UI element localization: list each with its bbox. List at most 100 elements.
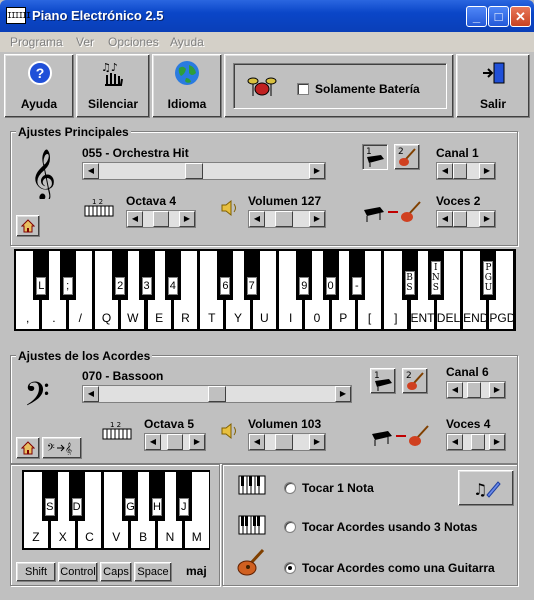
option-three-notes-label[interactable]: Tocar Acordes usando 3 Notas	[302, 520, 477, 534]
scroll-right-arrow[interactable]: ▶	[189, 434, 205, 450]
main-instrument-thumb[interactable]	[185, 163, 203, 179]
scroll-left-arrow[interactable]: ◀	[447, 434, 463, 450]
chord-black-key[interactable]: J	[175, 471, 192, 521]
main-black-key[interactable]: L	[33, 250, 50, 300]
scroll-left-arrow[interactable]: ◀	[83, 163, 99, 179]
main-black-key[interactable]: 6	[217, 250, 234, 300]
scroll-left-arrow[interactable]: ◀	[145, 434, 161, 450]
menu-ayuda[interactable]: Ayuda	[170, 35, 204, 49]
chord-octave-slider[interactable]: ◀ ▶	[144, 433, 206, 451]
main-black-key[interactable]: INS	[427, 250, 444, 300]
main-black-key[interactable]: 2	[112, 250, 129, 300]
option-one-note-label[interactable]: Tocar 1 Nota	[302, 481, 374, 495]
main-black-key[interactable]: 9	[296, 250, 313, 300]
main-black-key[interactable]: 0	[322, 250, 339, 300]
transpose-clef-button[interactable]: 𝄢 𝄞	[42, 437, 82, 459]
main-channel-thumb[interactable]	[453, 163, 467, 179]
drums-only-label[interactable]: Solamente Batería	[315, 82, 420, 96]
option-guitar-label[interactable]: Tocar Acordes como una Guitarra	[302, 561, 495, 575]
menu-programa[interactable]: Programa	[10, 35, 63, 49]
option-three-notes-radio[interactable]	[284, 521, 296, 533]
main-black-key[interactable]: 4	[164, 250, 181, 300]
menu-opciones[interactable]: Opciones	[108, 35, 159, 49]
chord-instrument-thumb[interactable]	[208, 386, 226, 402]
main-black-key[interactable]: BS	[401, 250, 418, 300]
silence-button[interactable]: ♫♪ Silenciar	[76, 54, 150, 118]
chord-black-key[interactable]: S	[41, 471, 58, 521]
chord-voices-slider[interactable]: ◀ ▶	[446, 433, 506, 451]
home-icon	[21, 219, 35, 233]
exit-button[interactable]: Salir	[456, 54, 530, 118]
option-guitar-radio[interactable]	[284, 562, 296, 574]
chord-instrument-slider[interactable]: ◀ ▶	[82, 385, 352, 403]
main-home-button[interactable]	[16, 215, 40, 237]
piano-mode-icon: 1	[366, 147, 384, 167]
keyboard-three-notes-icon	[238, 515, 266, 535]
main-black-key[interactable]: -	[348, 250, 365, 300]
scroll-left-arrow[interactable]: ◀	[447, 382, 463, 398]
chord-black-key[interactable]: H	[149, 471, 165, 521]
minimize-button[interactable]: _	[466, 6, 487, 27]
modifier-shift-button[interactable]: Shift	[16, 562, 56, 582]
main-black-key[interactable]: PGU	[480, 250, 497, 300]
modifier-control-button[interactable]: Control	[58, 562, 98, 582]
scroll-right-arrow[interactable]: ▶	[479, 211, 495, 227]
main-black-key[interactable]: ;	[59, 250, 76, 300]
app-piano-icon[interactable]: IIIIII	[6, 7, 31, 24]
scroll-right-arrow[interactable]: ▶	[489, 382, 505, 398]
language-button[interactable]: Idioma	[152, 54, 222, 118]
main-channel-slider[interactable]: ◀ ▶	[436, 162, 496, 180]
chord-channel-thumb[interactable]	[467, 382, 481, 398]
chord-volume-thumb[interactable]	[275, 434, 293, 450]
key-label: 7	[246, 277, 257, 295]
key-label: E	[155, 311, 164, 325]
chord-home-button[interactable]	[16, 437, 40, 459]
main-instrument-slider[interactable]: ◀ ▶	[82, 162, 326, 180]
main-mode-1-button[interactable]: 1	[362, 144, 388, 170]
scroll-left-arrow[interactable]: ◀	[249, 434, 265, 450]
chord-channel-slider[interactable]: ◀ ▶	[446, 381, 506, 399]
key-label: 3	[141, 277, 152, 295]
scroll-right-arrow[interactable]: ▶	[309, 163, 325, 179]
scroll-left-arrow[interactable]: ◀	[127, 211, 143, 227]
modifier-caps-button[interactable]: Caps	[100, 562, 132, 582]
main-voices-slider[interactable]: ◀ ▶	[436, 210, 496, 228]
main-volume-slider[interactable]: ◀ ▶	[248, 210, 326, 228]
main-voices-thumb[interactable]	[453, 211, 467, 227]
close-button[interactable]: ✕	[510, 6, 531, 27]
main-mode-2-button[interactable]: 2	[394, 144, 420, 170]
scroll-left-arrow[interactable]: ◀	[437, 163, 453, 179]
menu-ver[interactable]: Ver	[76, 35, 94, 49]
chord-octave-thumb[interactable]	[167, 434, 183, 450]
chord-black-key[interactable]: D	[68, 471, 85, 521]
drums-panel: Solamente Batería	[224, 54, 454, 118]
key-label: Q	[101, 311, 112, 325]
chord-mode-1-button[interactable]: 1	[370, 368, 396, 394]
maximize-button[interactable]: □	[488, 6, 509, 27]
help-button[interactable]: ? Ayuda	[4, 54, 74, 118]
scroll-right-arrow[interactable]: ▶	[479, 163, 495, 179]
scroll-right-arrow[interactable]: ▶	[309, 434, 325, 450]
scroll-right-arrow[interactable]: ▶	[179, 211, 195, 227]
scroll-right-arrow[interactable]: ▶	[309, 211, 325, 227]
scroll-left-arrow[interactable]: ◀	[83, 386, 99, 402]
scroll-left-arrow[interactable]: ◀	[249, 211, 265, 227]
option-one-note-radio[interactable]	[284, 482, 296, 494]
scroll-right-arrow[interactable]: ▶	[335, 386, 351, 402]
scroll-right-arrow[interactable]: ▶	[489, 434, 505, 450]
modifier-space-button[interactable]: Space	[134, 562, 172, 582]
main-volume-thumb[interactable]	[275, 211, 293, 227]
scroll-left-arrow[interactable]: ◀	[437, 211, 453, 227]
chord-volume-slider[interactable]: ◀ ▶	[248, 433, 326, 451]
title-bar[interactable]: IIIIII Piano Electrónico 2.5 _ □ ✕	[0, 0, 534, 32]
main-octave-thumb[interactable]	[153, 211, 169, 227]
main-black-key[interactable]: 3	[138, 250, 155, 300]
chord-mode-2-button[interactable]: 2	[402, 368, 428, 394]
main-black-key[interactable]: 7	[243, 250, 260, 300]
chord-notes-button[interactable]: ♫	[458, 470, 514, 506]
chord-black-key[interactable]: G	[122, 471, 139, 521]
chord-channel-label: Canal 6	[446, 365, 489, 379]
chord-voices-thumb[interactable]	[471, 434, 485, 450]
main-octave-slider[interactable]: ◀ ▶	[126, 210, 196, 228]
drums-only-checkbox[interactable]	[297, 83, 309, 95]
